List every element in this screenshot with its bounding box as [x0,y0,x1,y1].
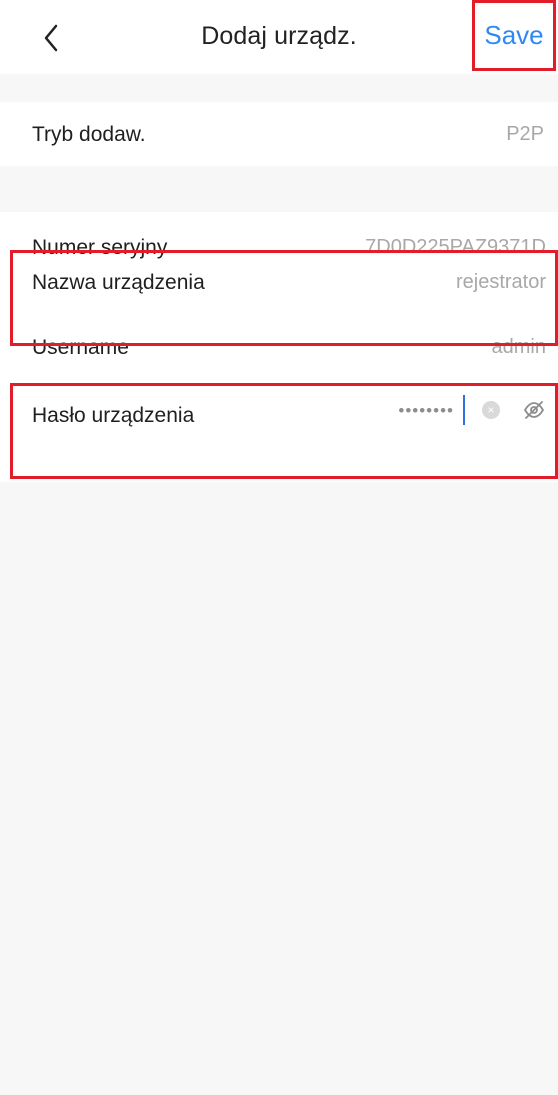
add-mode-value: P2P [506,123,544,145]
save-button[interactable]: Save [484,20,543,51]
save-button-highlight: Save [472,0,556,71]
add-device-screen: Dodaj urządz. Save Tryb dodaw. P2P Numer… [0,0,558,1095]
app-header: Dodaj urządz. Save [0,0,558,74]
password-highlight [10,383,558,479]
device-name-highlight [10,250,558,346]
add-mode-label: Tryb dodaw. [32,123,146,146]
add-mode-row[interactable]: Tryb dodaw. P2P [0,102,558,166]
